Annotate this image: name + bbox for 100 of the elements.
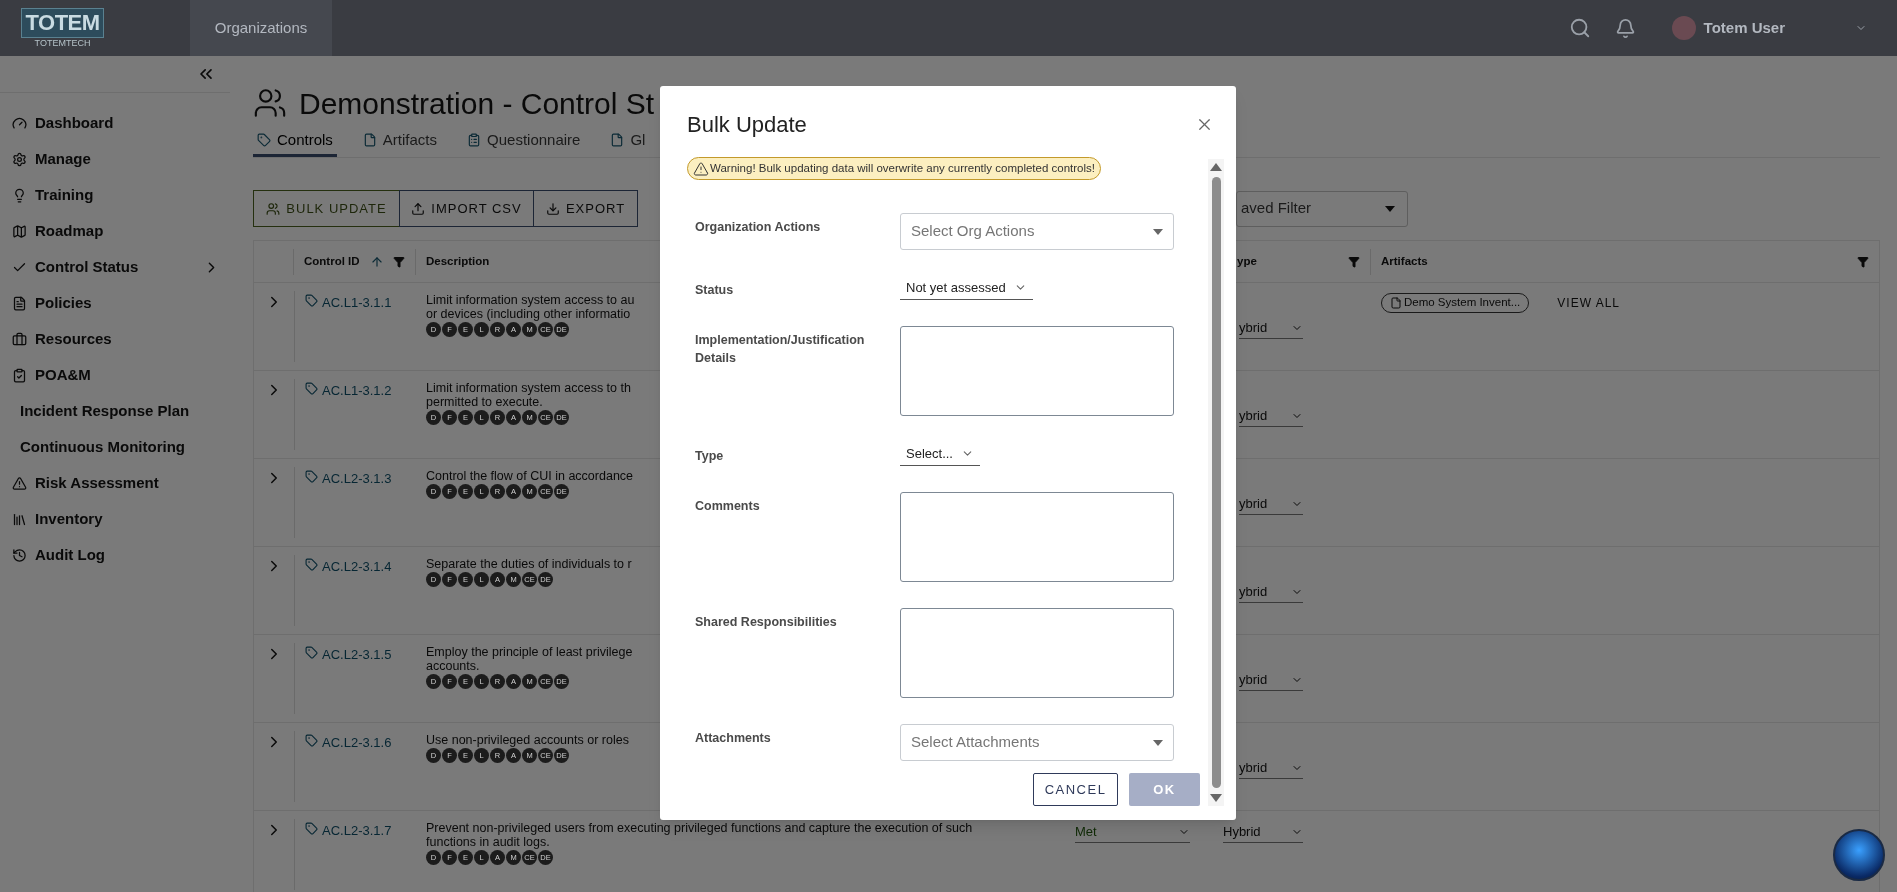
tag-icon — [305, 646, 318, 659]
page-title: Demonstration - Control St — [299, 85, 655, 122]
assistant-avatar[interactable] — [1833, 829, 1885, 881]
filter-icon[interactable] — [1857, 255, 1869, 268]
sidebar-item[interactable]: Training — [0, 177, 230, 213]
nav-tab[interactable]: Organizations — [190, 0, 332, 56]
gauge-icon — [12, 115, 27, 131]
toolbar-button[interactable]: IMPORT CSV — [399, 190, 534, 227]
description-text: Limit information system access to th permitted to execute. — [426, 381, 631, 409]
dropdown-field[interactable]: Not yet assessed — [900, 276, 1033, 300]
description-text: Use non-privileged accounts or roles — [426, 733, 629, 747]
text-area[interactable] — [900, 326, 1174, 416]
bulk-update-button[interactable]: BULK UPDATE — [253, 190, 400, 227]
tab[interactable]: Questionnaire — [463, 126, 585, 157]
logo-subtext: TOTEMTECH — [34, 37, 91, 49]
type-dropdown[interactable]: ybrid — [1239, 405, 1303, 427]
document-icon — [362, 133, 377, 147]
briefcase-icon — [12, 331, 27, 347]
control-id-link[interactable]: AC.L2-3.1.6 — [322, 733, 392, 753]
scroll-thumb[interactable] — [1211, 177, 1221, 788]
tag-icon — [305, 734, 318, 747]
sidebar-item[interactable]: Continuous Monitoring — [0, 429, 230, 465]
tab[interactable]: Gl — [606, 126, 650, 157]
history-icon — [12, 547, 27, 563]
control-id-link[interactable]: AC.L2-3.1.3 — [322, 469, 392, 489]
document-icon — [12, 295, 27, 311]
user-name[interactable]: Totem User — [1703, 16, 1785, 40]
type-dropdown[interactable]: Hybrid — [1223, 821, 1303, 843]
field-label: Type — [694, 448, 725, 465]
warning-icon — [693, 160, 709, 177]
column-header[interactable]: Artifacts — [1381, 252, 1428, 271]
type-dropdown[interactable]: ybrid — [1239, 493, 1303, 515]
control-id-link[interactable]: AC.L2-3.1.5 — [322, 645, 392, 665]
sidebar-item[interactable]: Risk Assessment — [0, 465, 230, 501]
control-id-link[interactable]: AC.L2-3.1.7 — [322, 821, 392, 841]
control-id-link[interactable]: AC.L1-3.1.1 — [322, 293, 392, 313]
view-all-link[interactable]: VIEW ALL — [1557, 293, 1621, 313]
dialog-title: Bulk Update — [687, 110, 807, 139]
sidebar-item[interactable]: Roadmap — [0, 213, 230, 249]
sidebar-item[interactable]: Dashboard — [0, 105, 230, 141]
down-arrow-icon[interactable] — [1210, 794, 1222, 802]
description-text: Prevent non-privileged users from executing privileged functions and capture the execution of such functions in audit logs. — [426, 821, 973, 849]
column-header[interactable]: ype — [1237, 252, 1257, 271]
select-field[interactable]: Select Org Actions — [900, 213, 1174, 250]
control-id-link[interactable]: AC.L1-3.1.2 — [322, 381, 392, 401]
type-dropdown[interactable]: ybrid — [1239, 757, 1303, 779]
warning-icon — [12, 475, 27, 491]
clipboard-icon — [467, 133, 482, 147]
up-arrow-icon[interactable] — [1210, 163, 1222, 171]
bell-icon[interactable] — [1614, 17, 1636, 39]
sidebar-item[interactable]: Control Status — [0, 249, 230, 285]
caret-icon — [1385, 205, 1395, 212]
cancel-button[interactable]: CANCEL — [1033, 773, 1118, 806]
description-text: Limit information system access to au or devices (including other informatio — [426, 293, 635, 321]
tag-icon — [305, 294, 318, 307]
type-dropdown[interactable]: ybrid — [1239, 669, 1303, 691]
sidebar-item[interactable]: Inventory — [0, 501, 230, 537]
tag-icon — [305, 382, 318, 395]
warning-banner: Warning! Bulk updating data will overwrite any currently completed controls! — [687, 157, 1101, 180]
tab[interactable]: Controls — [253, 126, 337, 157]
select-field[interactable]: Select Attachments — [900, 724, 1174, 761]
people-icon — [266, 201, 281, 216]
logo-text: TOTEM — [20, 7, 105, 38]
type-dropdown[interactable]: ybrid — [1239, 581, 1303, 603]
type-dropdown[interactable]: ybrid — [1239, 317, 1303, 339]
sidebar-item[interactable]: Manage — [0, 141, 230, 177]
text-area[interactable] — [900, 492, 1174, 582]
description-text: Employ the principle of least privilege accounts. — [426, 645, 633, 673]
scrollbar[interactable] — [1208, 159, 1224, 806]
control-id-link[interactable]: AC.L2-3.1.4 — [322, 557, 392, 577]
tag-icon — [257, 133, 271, 147]
document-icon — [610, 133, 625, 147]
sidebar-item[interactable]: Incident Response Plan — [0, 393, 230, 429]
saved-filter-select[interactable]: aved Filter — [1236, 190, 1408, 227]
toolbar-button[interactable]: EXPORT — [533, 190, 638, 227]
sidebar-item[interactable]: Resources — [0, 321, 230, 357]
sidebar-item[interactable]: Policies — [0, 285, 230, 321]
field-label: Comments — [694, 498, 761, 515]
text-area[interactable] — [900, 608, 1174, 698]
gear-icon — [12, 151, 27, 167]
status-dropdown[interactable]: Met — [1075, 821, 1190, 843]
search-icon[interactable] — [1568, 17, 1591, 39]
document-icon — [1390, 297, 1402, 309]
column-header[interactable]: Control ID — [304, 252, 360, 271]
caret-icon — [1153, 739, 1163, 746]
field-label: Attachments — [694, 730, 772, 747]
column-header[interactable]: Description — [426, 252, 490, 271]
tag-icon — [305, 470, 318, 483]
download-icon — [545, 201, 560, 216]
filter-icon[interactable] — [1348, 255, 1360, 268]
sidebar-item[interactable]: POA&M — [0, 357, 230, 393]
filter-icon[interactable] — [393, 255, 405, 268]
field-label: Organization Actions — [694, 219, 822, 236]
description-text: Separate the duties of individuals to r — [426, 557, 632, 571]
people-icon — [253, 86, 287, 120]
tag-icon — [305, 822, 318, 835]
dropdown-field[interactable]: Select... — [900, 442, 980, 466]
field-label: Shared Responsibilities — [694, 614, 838, 631]
tab[interactable]: Artifacts — [358, 126, 442, 157]
sidebar-item[interactable]: Audit Log — [0, 537, 230, 573]
